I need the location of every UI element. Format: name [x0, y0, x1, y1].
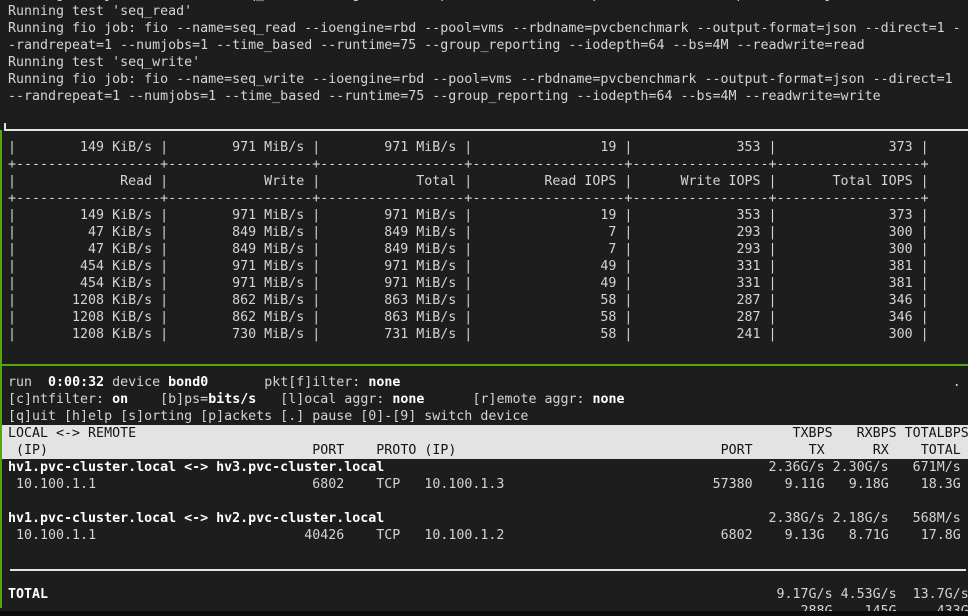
table-row: | 149 KiB/s | 971 MiB/s | 971 MiB/s | 19…: [8, 207, 968, 224]
table-row: | 1208 KiB/s | 862 MiB/s | 863 MiB/s | 5…: [8, 292, 968, 309]
text-segment: 13.7G/s: [913, 587, 968, 602]
text-segment: (IP): [16, 443, 48, 458]
traf-header-row-1: LOCAL <-> REMOTE TXBPS RXBPS TOTALBPS: [0, 425, 968, 442]
text-segment: [r]emote aggr:: [472, 392, 584, 407]
table-separator: +------------------+------------------+-…: [8, 190, 968, 207]
table-row: | 454 KiB/s | 971 MiB/s | 971 MiB/s | 49…: [8, 275, 968, 292]
text-segment: 9.13G: [785, 528, 825, 543]
log-line: -randrepeat=1 --numjobs=1 --time_based -…: [8, 37, 968, 54]
text-segment: 10.100.1.3: [424, 477, 504, 492]
text-segment: PORT: [721, 443, 753, 458]
log-line: Running fio job: fio --name=seq_read --i…: [8, 20, 968, 37]
text-segment: 2.18G/s: [833, 511, 889, 526]
text-segment: 0:00:32: [48, 375, 104, 390]
text-segment: device: [112, 375, 160, 390]
total-divider-line: [10, 569, 966, 571]
text-segment: RXBPS: [857, 426, 897, 441]
text-segment: TX: [809, 443, 825, 458]
table-row: | 1208 KiB/s | 862 MiB/s | 863 MiB/s | 5…: [8, 309, 968, 326]
text-segment: on: [112, 392, 128, 407]
text-segment: TXBPS: [793, 426, 833, 441]
bottom-strip: [0, 611, 968, 616]
blank-line: [8, 544, 968, 561]
text-segment: none: [368, 375, 400, 390]
pane-divider-bottom: [0, 364, 968, 366]
text-segment: 2.36G/s: [769, 460, 825, 475]
text-segment: 10.100.1.1: [16, 528, 96, 543]
text-segment: 9.17G/s: [777, 587, 833, 602]
text-segment: 18.3G: [921, 477, 961, 492]
text-segment: 8.71G: [849, 528, 889, 543]
terminal-screen[interactable]: Running fio job: fio --name=seq_read --i…: [0, 0, 968, 616]
log-line: Running test 'seq_write': [8, 54, 968, 71]
table-row: | 1208 KiB/s | 730 MiB/s | 731 MiB/s | 5…: [8, 326, 968, 343]
text-segment: 2.30G/s: [833, 460, 889, 475]
text-segment: 6802: [721, 528, 753, 543]
traf-filters-line: [c]ntfilter: on [b]ps=bits/s [l]ocal agg…: [8, 391, 968, 408]
text-segment: none: [593, 392, 625, 407]
table-row: | 454 KiB/s | 971 MiB/s | 971 MiB/s | 49…: [8, 258, 968, 275]
text-segment: 4.53G/s: [841, 587, 897, 602]
text-segment: 57380: [713, 477, 753, 492]
text-segment: 10.100.1.1: [16, 477, 96, 492]
table-row: | 47 KiB/s | 849 MiB/s | 849 MiB/s | 7 |…: [8, 224, 968, 241]
text-segment: TOTAL: [921, 443, 961, 458]
log-line: Running test 'seq_read': [8, 3, 968, 20]
pane-divider-top: [4, 129, 968, 131]
table-header-row: | Read | Write | Total | Read IOPS | Wri…: [8, 173, 968, 190]
text-segment: 671M/s: [913, 460, 961, 475]
traf-status-line: run 0:00:32 device bond0 pkt[f]ilter: no…: [8, 374, 968, 391]
text-segment: 9.18G: [849, 477, 889, 492]
text-segment: [c]ntfilter:: [8, 392, 104, 407]
text-segment: RX: [873, 443, 889, 458]
text-segment: 9.11G: [785, 477, 825, 492]
table-row: | 47 KiB/s | 849 MiB/s | 849 MiB/s | 7 |…: [8, 241, 968, 258]
text-segment: none: [392, 392, 424, 407]
traf-help-line: [q]uit [h]elp [s]orting [p]ackets [.] pa…: [8, 408, 968, 425]
text-segment: hv1.pvc-cluster.local <-> hv3.pvc-cluste…: [8, 460, 384, 475]
text-segment: 40426: [304, 528, 344, 543]
trafshow-pane: run 0:00:32 device bond0 pkt[f]ilter: no…: [0, 374, 968, 616]
text-segment: TCP: [376, 477, 400, 492]
text-segment: run: [8, 375, 32, 390]
fio-log-pane: Running test 'seq_read'Running fio job: …: [0, 3, 968, 105]
log-line: --randrepeat=1 --numjobs=1 --time_based …: [8, 88, 968, 105]
traf-header-row-2: (IP) PORT PROTO (IP) PORT TX RX TOTAL: [0, 442, 968, 459]
text-segment: 10.100.1.2: [424, 528, 504, 543]
text-segment: TOTALBPS: [905, 426, 968, 441]
left-pane-border: [0, 130, 2, 608]
text-segment: bits/s: [208, 392, 256, 407]
text-segment: [l]ocal aggr:: [280, 392, 384, 407]
traf-detail-row: 10.100.1.1 6802 TCP 10.100.1.3 57380 9.1…: [8, 476, 968, 493]
blank-line: [8, 493, 968, 510]
text-segment: TOTAL: [8, 587, 48, 602]
text-segment: 2.38G/s: [769, 511, 825, 526]
text-segment: 568M/s: [913, 511, 961, 526]
text-segment: TCP: [376, 528, 400, 543]
text-segment: PROTO: [376, 443, 416, 458]
text-segment: bond0: [168, 375, 208, 390]
benchmark-results-pane: | 149 KiB/s | 971 MiB/s | 971 MiB/s | 19…: [0, 139, 968, 343]
traf-detail-row: 10.100.1.1 40426 TCP 10.100.1.2 6802 9.1…: [8, 527, 968, 544]
text-segment: .: [953, 375, 961, 390]
text-segment: [q]uit [h]elp [s]orting [p]ackets [.] pa…: [8, 409, 528, 424]
text-segment: [b]ps=: [160, 392, 208, 407]
total-divider: [8, 569, 968, 586]
log-line: Running fio job: fio --name=seq_write --…: [8, 71, 968, 88]
traf-connection-row: hv1.pvc-cluster.local <-> hv2.pvc-cluste…: [8, 510, 968, 527]
text-segment: 17.8G: [921, 528, 961, 543]
text-segment: 6802: [312, 477, 344, 492]
text-segment: hv1.pvc-cluster.local <-> hv2.pvc-cluste…: [8, 511, 384, 526]
text-segment: pkt[f]ilter:: [264, 375, 360, 390]
text-segment: LOCAL <-> REMOTE: [8, 426, 136, 441]
traf-connection-row: hv1.pvc-cluster.local <-> hv3.pvc-cluste…: [8, 459, 968, 476]
text-segment: PORT: [312, 443, 344, 458]
traf-total-row: TOTAL 9.17G/s 4.53G/s 13.7G/s: [8, 586, 968, 603]
text-segment: (IP): [424, 443, 456, 458]
table-separator: +------------------+------------------+-…: [8, 156, 968, 173]
table-current-row: | 149 KiB/s | 971 MiB/s | 971 MiB/s | 19…: [8, 139, 968, 156]
